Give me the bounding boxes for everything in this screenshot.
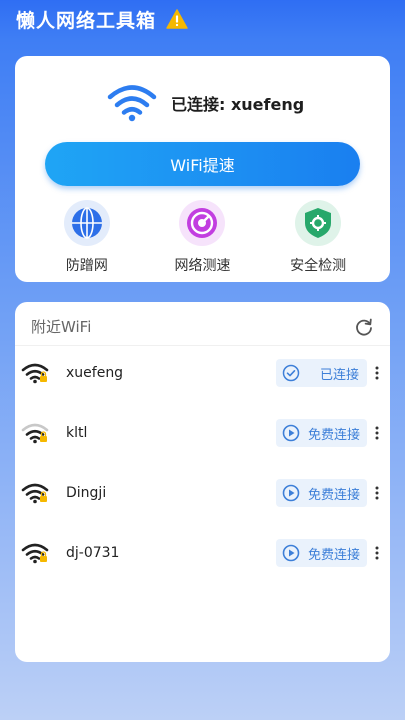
title-bar: 懒人网络工具箱 — [16, 6, 188, 32]
refresh-icon[interactable] — [354, 317, 374, 337]
shield-icon — [295, 200, 342, 246]
wifi-row[interactable]: kltl 免费连接 — [15, 403, 390, 463]
connected-button[interactable]: 已连接 — [276, 359, 367, 387]
more-vertical-icon[interactable] — [374, 426, 380, 440]
wifi-signal-icon — [21, 543, 49, 564]
wifi-ssid: kltl — [66, 425, 88, 441]
warning-icon[interactable] — [166, 9, 188, 29]
globe-icon — [63, 200, 110, 246]
connection-card: 已连接: xuefeng WiFi提速 防蹭网 网络测速 安全检测 — [15, 56, 390, 282]
more-vertical-icon[interactable] — [374, 366, 380, 380]
wifi-row[interactable]: Dingji 免费连接 — [15, 463, 390, 523]
tool-security-check[interactable]: 安全检测 — [273, 200, 363, 275]
more-vertical-icon[interactable] — [374, 486, 380, 500]
app-title: 懒人网络工具箱 — [16, 9, 157, 32]
list-title: 附近WiFi — [31, 318, 92, 336]
connection-status-text: 已连接: xuefeng — [171, 95, 305, 114]
wifi-row[interactable]: xuefeng 已连接 — [15, 343, 390, 403]
play-circle-icon — [282, 424, 300, 442]
wifi-row[interactable]: dj-0731 免费连接 — [15, 523, 390, 583]
check-circle-icon — [282, 364, 300, 382]
wifi-signal-icon — [21, 363, 49, 384]
tool-label: 安全检测 — [290, 258, 347, 274]
tool-label: 防蹭网 — [65, 258, 108, 274]
tool-anti-freeload[interactable]: 防蹭网 — [42, 200, 132, 275]
wifi-signal-icon — [21, 483, 49, 504]
action-label: 免费连接 — [308, 427, 361, 443]
wifi-ssid: Dingji — [66, 485, 107, 501]
tool-label: 网络测速 — [174, 258, 231, 274]
action-label: 已连接 — [320, 367, 360, 383]
nearby-wifi-card: 附近WiFi xuefeng 已连接 kltl 免费连接 Dingji 免费连接… — [15, 302, 390, 662]
wifi-signal-icon — [21, 423, 49, 444]
more-vertical-icon[interactable] — [374, 546, 380, 560]
speedometer-icon — [179, 200, 226, 246]
tool-speed-test[interactable]: 网络测速 — [157, 200, 247, 275]
tools-row: 防蹭网 网络测速 安全检测 — [15, 200, 390, 275]
action-label: 免费连接 — [308, 547, 361, 563]
action-label: 免费连接 — [308, 487, 361, 503]
wifi-icon — [107, 85, 157, 122]
list-header: 附近WiFi — [31, 316, 374, 337]
wifi-boost-button[interactable]: WiFi提速 — [45, 142, 360, 186]
free-connect-button[interactable]: 免费连接 — [276, 539, 367, 567]
play-circle-icon — [282, 544, 300, 562]
play-circle-icon — [282, 484, 300, 502]
wifi-ssid: xuefeng — [66, 365, 124, 381]
free-connect-button[interactable]: 免费连接 — [276, 419, 367, 447]
free-connect-button[interactable]: 免费连接 — [276, 479, 367, 507]
wifi-ssid: dj-0731 — [66, 545, 120, 561]
connection-status: 已连接: xuefeng — [107, 84, 304, 122]
